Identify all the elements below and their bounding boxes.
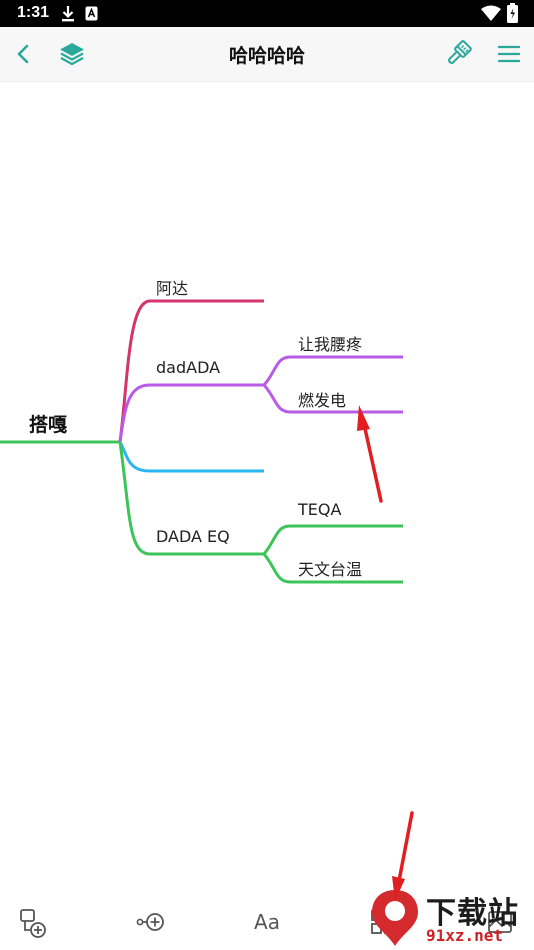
app-notification-icon [85, 6, 98, 21]
branch-connector-2[interactable] [118, 383, 264, 443]
branch-node-2[interactable]: dadADA [156, 358, 220, 377]
add-node-button[interactable] [13, 902, 53, 942]
font-tool-label: Aa [254, 910, 280, 934]
watermark-logo-icon [372, 890, 418, 946]
wifi-icon [481, 5, 501, 21]
add-subnode-icon [136, 913, 164, 931]
branch-node-1[interactable]: 阿达 [156, 275, 188, 299]
status-bar: 1:31 [0, 0, 534, 27]
top-app-bar: 哈哈哈哈 [0, 27, 534, 82]
add-node-icon [20, 909, 46, 938]
menu-button[interactable] [485, 27, 533, 81]
mindmap-canvas[interactable]: 搭嘎 阿达 dadADA DADA EQ 让我腰疼 燃发电 TEQA 天文台温 [0, 82, 534, 892]
child-node-4-1[interactable]: TEQA [298, 500, 341, 519]
battery-icon [507, 3, 518, 23]
status-time: 1:31 [17, 4, 50, 21]
paint-brush-icon [448, 40, 472, 64]
branch-node-4[interactable]: DADA EQ [156, 527, 230, 546]
font-style-button[interactable]: Aa [247, 902, 287, 942]
child-connector-4-1[interactable] [262, 524, 403, 555]
site-watermark: 下载站 91xz.net [366, 884, 534, 950]
style-brush-button[interactable] [434, 27, 482, 81]
child-node-2-2[interactable]: 燃发电 [298, 387, 346, 411]
branch-connector-3[interactable] [118, 441, 264, 473]
hamburger-menu-icon [498, 45, 520, 63]
mindmap-connectors [0, 299, 403, 584]
add-subnode-button[interactable] [130, 902, 170, 942]
watermark-site-text: 91xz.net [426, 926, 504, 945]
child-node-4-2[interactable]: 天文台温 [298, 556, 362, 580]
root-node[interactable]: 搭嘎 [29, 410, 67, 437]
child-node-2-1[interactable]: 让我腰疼 [298, 331, 362, 355]
child-connector-2-1[interactable] [262, 355, 403, 387]
download-icon [62, 6, 74, 22]
